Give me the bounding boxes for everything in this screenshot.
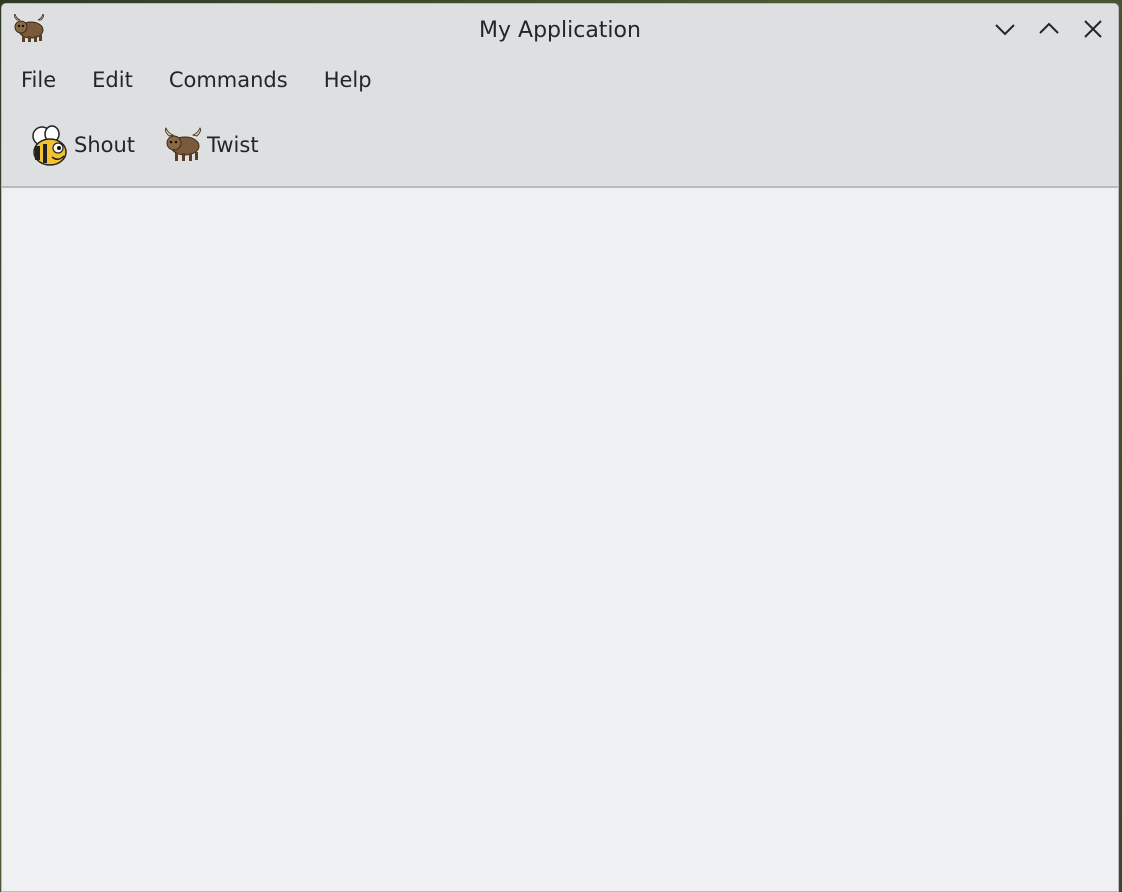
menu-file[interactable]: File	[3, 60, 74, 100]
close-button[interactable]	[1079, 17, 1107, 45]
menu-commands[interactable]: Commands	[151, 60, 306, 100]
chevron-up-icon	[1037, 17, 1061, 45]
minimize-button[interactable]	[991, 17, 1019, 45]
shout-button[interactable]: Shout	[26, 119, 141, 171]
twist-button[interactable]: Twist	[159, 119, 265, 171]
bee-face-icon	[30, 124, 70, 166]
maximize-button[interactable]	[1035, 17, 1063, 45]
title-bar[interactable]: My Application	[2, 4, 1118, 56]
shout-button-label: Shout	[74, 133, 136, 157]
menu-help[interactable]: Help	[306, 60, 390, 100]
main-content-area[interactable]	[2, 188, 1118, 891]
menu-bar: File Edit Commands Help	[2, 56, 1118, 104]
chevron-down-icon	[993, 17, 1017, 45]
window-title: My Application	[479, 18, 641, 43]
menu-edit[interactable]: Edit	[74, 60, 151, 100]
close-icon	[1081, 17, 1105, 45]
twist-button-label: Twist	[207, 133, 259, 157]
app-window: My Application File Edit Commands Help S…	[1, 3, 1119, 892]
yak-icon	[163, 124, 203, 166]
toolbar: Shout Twist	[2, 104, 1118, 188]
